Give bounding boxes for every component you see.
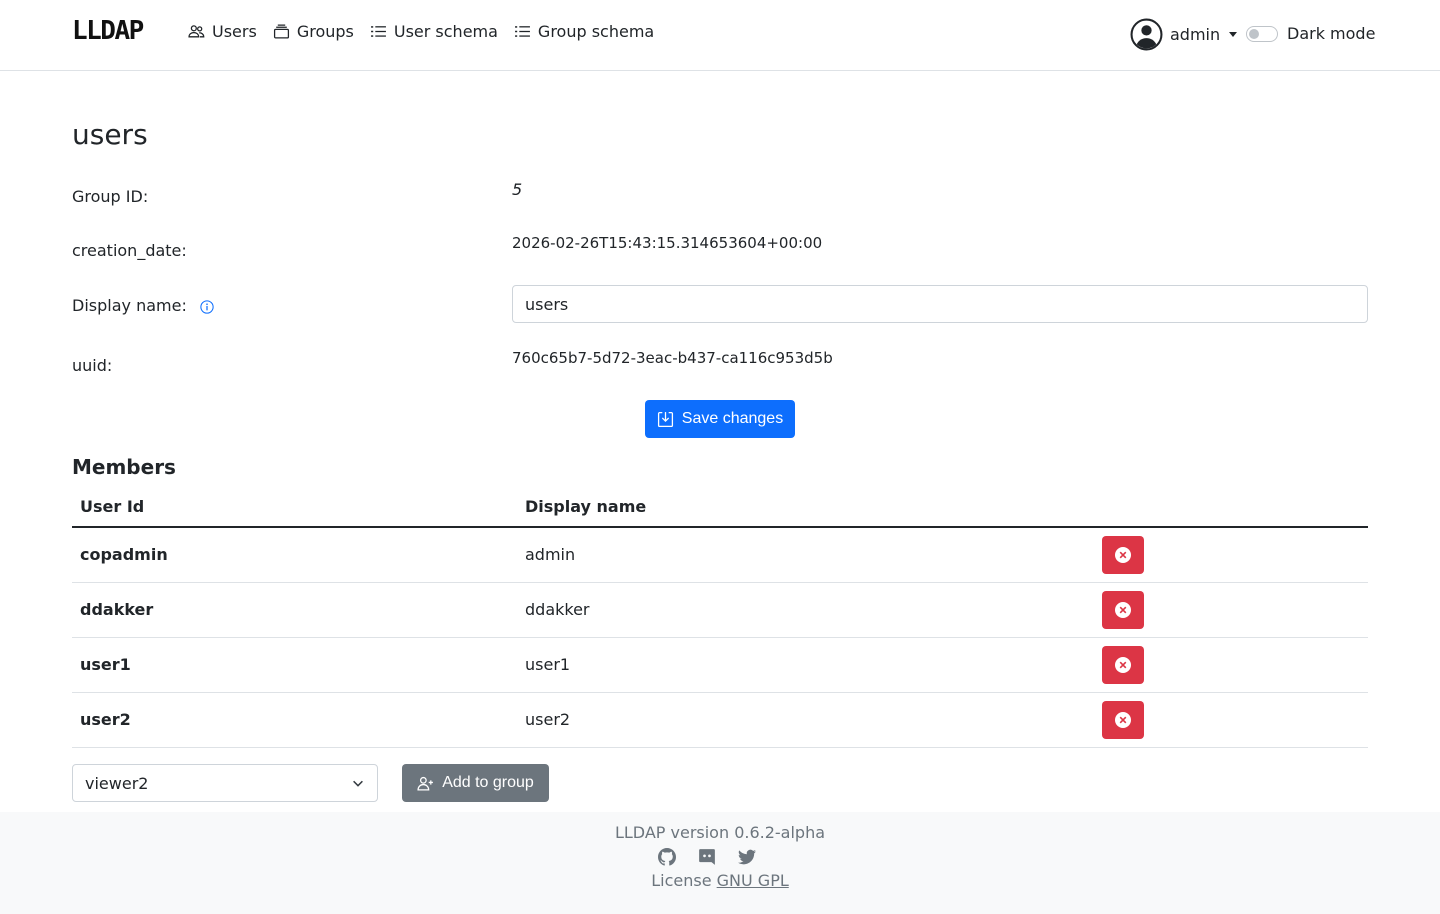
person-plus-icon — [417, 776, 434, 791]
member-user-id[interactable]: ddakker — [72, 582, 517, 638]
github-icon[interactable] — [658, 848, 676, 866]
member-user-id[interactable]: user1 — [72, 637, 517, 693]
table-row: user1 user1 — [72, 637, 1368, 693]
list-icon — [514, 25, 530, 37]
table-row: ddakker ddakker — [72, 582, 1368, 638]
discord-icon[interactable] — [698, 848, 716, 866]
version-text: LLDAP version 0.6.2-alpha — [614, 823, 826, 842]
creation-date-label: creation_date: — [72, 241, 187, 260]
display-name-label-row: Display name: — [72, 296, 214, 315]
main-nav: Users Groups User schema Group schema — [188, 19, 654, 43]
x-circle-fill-icon — [1115, 546, 1131, 563]
member-display-name: user1 — [517, 637, 1094, 693]
table-row: user2 user2 — [72, 692, 1368, 748]
nav-item-user-schema[interactable]: User schema — [370, 19, 498, 43]
uuid-value: 760c65b7-5d72-3eac-b437-ca116c953d5b — [512, 349, 833, 367]
people-icon — [188, 24, 205, 37]
nav-item-label: Users — [212, 21, 257, 41]
dark-mode-switch[interactable] — [1246, 25, 1278, 42]
column-header-user-id: User Id — [72, 487, 517, 528]
list-icon — [370, 25, 386, 37]
top-navbar: LLDAP Users Groups User schema Group sch… — [0, 0, 1440, 71]
license-prefix: License — [651, 871, 712, 890]
info-circle-icon[interactable] — [200, 299, 214, 314]
add-member-select[interactable]: viewer2 — [72, 764, 378, 802]
member-display-name: user2 — [517, 692, 1094, 748]
column-header-actions — [1094, 487, 1368, 528]
nav-item-label: Group schema — [537, 21, 655, 41]
uuid-label: uuid: — [72, 356, 113, 375]
column-header-display-name: Display name — [517, 487, 1094, 528]
remove-member-button[interactable] — [1102, 590, 1144, 629]
table-row: copadmin admin — [72, 527, 1368, 583]
x-circle-fill-icon — [1115, 601, 1131, 618]
save-changes-button[interactable]: Save changes — [645, 400, 795, 438]
remove-member-button[interactable] — [1102, 700, 1144, 739]
display-name-input[interactable] — [512, 285, 1368, 323]
member-display-name: admin — [517, 527, 1094, 583]
member-display-name: ddakker — [517, 582, 1094, 638]
footer: LLDAP version 0.6.2-alpha License GNU GP… — [0, 812, 1440, 914]
remove-member-button[interactable] — [1102, 645, 1144, 684]
save-changes-label: Save changes — [681, 410, 784, 427]
user-name: admin — [1170, 25, 1221, 44]
save-icon — [657, 411, 673, 427]
member-user-id[interactable]: copadmin — [72, 527, 517, 583]
nav-item-groups[interactable]: Groups — [273, 19, 354, 43]
nav-item-label: User schema — [393, 21, 498, 41]
nav-item-users[interactable]: Users — [188, 19, 257, 43]
social-links — [658, 848, 756, 866]
display-name-label: Display name: — [72, 296, 187, 315]
x-circle-fill-icon — [1115, 711, 1131, 728]
member-user-id[interactable]: user2 — [72, 692, 517, 748]
x-circle-fill-icon — [1115, 656, 1131, 673]
member-actions — [1094, 582, 1368, 638]
members-heading: Members — [72, 455, 176, 479]
caret-down-icon — [1229, 32, 1238, 37]
nav-item-label: Groups — [296, 21, 354, 41]
add-to-group-label: Add to group — [442, 774, 534, 791]
members-table: User Id Display name copadmin admin ddak… — [72, 487, 1368, 748]
group-id-label: Group ID: — [72, 187, 149, 206]
add-member-select-value: viewer2 — [85, 773, 149, 793]
member-actions — [1094, 527, 1368, 583]
nav-item-group-schema[interactable]: Group schema — [514, 19, 654, 43]
dark-mode-label: Dark mode — [1287, 24, 1376, 43]
chevron-down-icon — [353, 780, 363, 787]
dark-mode-toggle: Dark mode — [1246, 24, 1375, 43]
member-actions — [1094, 637, 1368, 693]
member-actions — [1094, 692, 1368, 748]
add-to-group-button[interactable]: Add to group — [402, 764, 549, 802]
collection-icon — [273, 23, 289, 39]
creation-date-value: 2026-02-26T15:43:15.314653604+00:00 — [512, 234, 823, 252]
license-link[interactable]: GNU GPL — [717, 871, 789, 890]
page-title: users — [72, 118, 148, 151]
user-menu-dropdown[interactable]: admin — [1130, 18, 1238, 51]
table-header-row: User Id Display name — [72, 487, 1368, 528]
person-circle-icon — [1130, 18, 1163, 51]
license-text: License GNU GPL — [0, 871, 1440, 890]
remove-member-button[interactable] — [1102, 535, 1144, 574]
group-id-value: 5 — [512, 180, 523, 199]
twitter-icon[interactable] — [738, 848, 756, 866]
brand-logo[interactable]: LLDAP — [72, 16, 144, 46]
